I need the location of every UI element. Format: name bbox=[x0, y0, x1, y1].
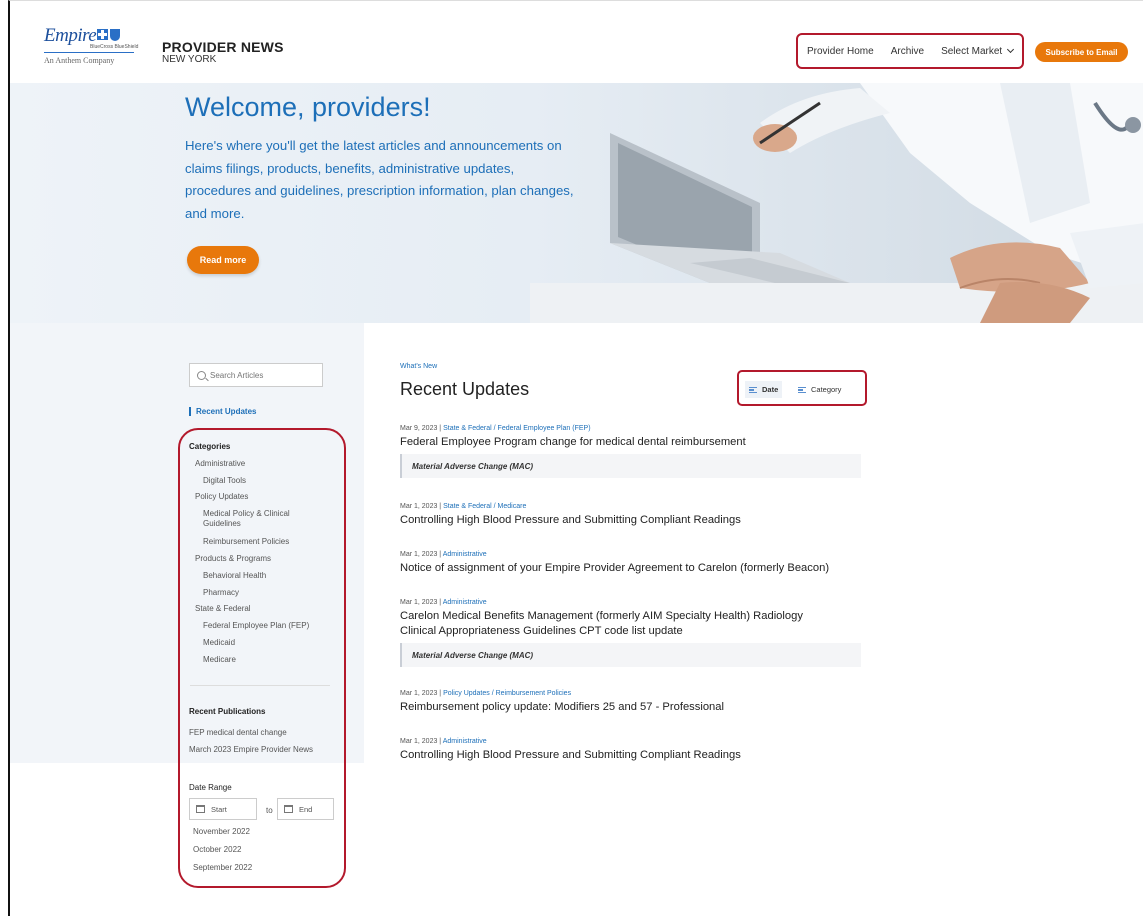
article-date: Mar 1, 2023 | bbox=[400, 738, 443, 745]
article-category[interactable]: Administrative bbox=[443, 738, 487, 745]
categories-heading: Categories bbox=[189, 442, 231, 451]
month-link[interactable]: September 2022 bbox=[193, 863, 252, 872]
hero-doctor-laptop-image bbox=[530, 83, 1143, 323]
nav-archive[interactable]: Archive bbox=[891, 46, 924, 57]
sort-list-icon bbox=[749, 386, 757, 393]
category-fep[interactable]: Federal Employee Plan (FEP) bbox=[203, 621, 309, 630]
search-input[interactable] bbox=[210, 370, 320, 380]
start-date-input[interactable]: Start bbox=[189, 798, 257, 820]
mac-tag: Material Adverse Change (MAC) bbox=[400, 643, 861, 667]
date-range-heading: Date Range bbox=[189, 783, 232, 792]
top-navigation: Provider Home Archive Select Market bbox=[796, 33, 1024, 69]
calendar-icon bbox=[284, 805, 293, 813]
logo-divider bbox=[44, 52, 134, 53]
end-date-input[interactable]: End bbox=[277, 798, 334, 820]
article-item: Mar 1, 2023 | Administrative Controlling… bbox=[400, 738, 880, 763]
article-date: Mar 1, 2023 | bbox=[400, 551, 443, 558]
category-medical-policy-line2: Guidelines bbox=[203, 519, 241, 528]
sidebar-divider bbox=[190, 685, 330, 686]
category-administrative[interactable]: Administrative bbox=[195, 459, 245, 468]
article-date: Mar 1, 2023 | bbox=[400, 503, 444, 510]
select-market-label: Select Market bbox=[941, 45, 1003, 57]
sort-date-label: Date bbox=[762, 385, 779, 394]
recent-publications-heading: Recent Publications bbox=[189, 707, 266, 716]
article-item: Mar 1, 2023 | Policy Updates / Reimburse… bbox=[400, 690, 880, 715]
sidebar-recent-updates[interactable]: Recent Updates bbox=[189, 407, 256, 416]
category-reimbursement-policies[interactable]: Reimbursement Policies bbox=[203, 537, 289, 546]
article-item: Mar 1, 2023 | Administrative Carelon Med… bbox=[400, 599, 880, 667]
sort-by-category-button[interactable]: Category bbox=[794, 381, 845, 398]
logo-tagline: An Anthem Company bbox=[44, 56, 115, 65]
sort-category-label: Category bbox=[811, 385, 842, 394]
subscribe-button[interactable]: Subscribe to Email bbox=[1035, 42, 1128, 62]
article-title[interactable]: Controlling High Blood Pressure and Subm… bbox=[400, 513, 880, 528]
mac-tag: Material Adverse Change (MAC) bbox=[400, 454, 861, 478]
search-articles-box[interactable] bbox=[189, 363, 323, 387]
category-products-programs[interactable]: Products & Programs bbox=[195, 554, 271, 563]
category-medicaid[interactable]: Medicaid bbox=[203, 638, 235, 647]
article-title[interactable]: Controlling High Blood Pressure and Subm… bbox=[400, 748, 880, 763]
date-range-to: to bbox=[266, 806, 273, 815]
article-date: Mar 9, 2023 | bbox=[400, 425, 444, 432]
article-category[interactable]: Policy Updates / Reimbursement Policies bbox=[443, 690, 571, 697]
article-title-line2: Clinical Appropriateness Guidelines CPT … bbox=[400, 625, 683, 637]
logo-wordmark: Empire bbox=[44, 25, 97, 46]
logo-sub: BlueCross BlueShield bbox=[90, 44, 139, 50]
search-icon bbox=[197, 370, 206, 380]
nav-provider-home[interactable]: Provider Home bbox=[807, 46, 874, 57]
start-date-placeholder: Start bbox=[211, 804, 227, 814]
article-category[interactable]: Administrative bbox=[443, 599, 487, 606]
category-behavioral-health[interactable]: Behavioral Health bbox=[203, 571, 266, 580]
article-item: Mar 1, 2023 | Administrative Notice of a… bbox=[400, 551, 880, 576]
category-pharmacy[interactable]: Pharmacy bbox=[203, 588, 239, 597]
article-title[interactable]: Notice of assignment of your Empire Prov… bbox=[400, 561, 880, 576]
empire-logo[interactable]: Empire BlueCross BlueShield An Anthem Co… bbox=[44, 25, 144, 65]
article-date: Mar 1, 2023 | bbox=[400, 599, 443, 606]
category-medical-policy[interactable]: Medical Policy & Clinical Guidelines bbox=[203, 509, 290, 529]
article-category[interactable]: Administrative bbox=[443, 551, 487, 558]
month-link[interactable]: November 2022 bbox=[193, 827, 250, 836]
article-title[interactable]: Carelon Medical Benefits Management (for… bbox=[400, 609, 880, 639]
category-medicare[interactable]: Medicare bbox=[203, 655, 236, 664]
category-digital-tools[interactable]: Digital Tools bbox=[203, 476, 246, 485]
page-title: Recent Updates bbox=[400, 379, 530, 399]
sort-toggle-box: Date Category bbox=[737, 370, 867, 406]
sort-list-icon bbox=[798, 386, 806, 393]
site-subtitle: NEW YORK bbox=[162, 54, 217, 65]
end-date-placeholder: End bbox=[299, 804, 313, 814]
category-policy-updates[interactable]: Policy Updates bbox=[195, 492, 248, 501]
article-title-line1: Carelon Medical Benefits Management (for… bbox=[400, 610, 803, 622]
article-item: Mar 1, 2023 | State & Federal / Medicare… bbox=[400, 503, 880, 528]
sort-by-date-button[interactable]: Date bbox=[745, 381, 783, 398]
blue-cross-icon bbox=[97, 29, 109, 40]
hero-description: Here's where you'll get the latest artic… bbox=[185, 138, 574, 221]
article-title[interactable]: Reimbursement policy update: Modifiers 2… bbox=[400, 700, 880, 715]
hero-title: Welcome, providers! bbox=[185, 92, 431, 122]
nav-select-market[interactable]: Select Market bbox=[941, 45, 1015, 57]
article-date: Mar 1, 2023 | bbox=[400, 690, 444, 697]
hero-banner: Welcome, providers! Here's where you'll … bbox=[10, 83, 1143, 323]
site-header: Empire BlueCross BlueShield An Anthem Co… bbox=[10, 1, 1143, 83]
category-medical-policy-line1: Medical Policy & Clinical bbox=[203, 509, 290, 518]
read-more-button[interactable]: Read more bbox=[187, 246, 259, 274]
month-link[interactable]: October 2022 bbox=[193, 845, 241, 854]
calendar-icon bbox=[196, 805, 205, 813]
publication-link[interactable]: FEP medical dental change bbox=[189, 728, 287, 737]
category-state-federal[interactable]: State & Federal bbox=[195, 604, 251, 613]
article-item: Mar 9, 2023 | State & Federal / Federal … bbox=[400, 425, 880, 478]
page-frame: Empire BlueCross BlueShield An Anthem Co… bbox=[8, 0, 1143, 916]
article-title[interactable]: Federal Employee Program change for medi… bbox=[400, 435, 880, 450]
chevron-down-icon bbox=[1007, 45, 1015, 53]
article-category[interactable]: State & Federal / Medicare bbox=[443, 503, 526, 510]
site-title: PROVIDER NEWS bbox=[162, 39, 284, 55]
blue-shield-icon bbox=[110, 29, 121, 41]
breadcrumb[interactable]: What's New bbox=[400, 363, 437, 370]
publication-link[interactable]: March 2023 Empire Provider News bbox=[189, 745, 313, 754]
article-category[interactable]: State & Federal / Federal Employee Plan … bbox=[443, 425, 590, 432]
